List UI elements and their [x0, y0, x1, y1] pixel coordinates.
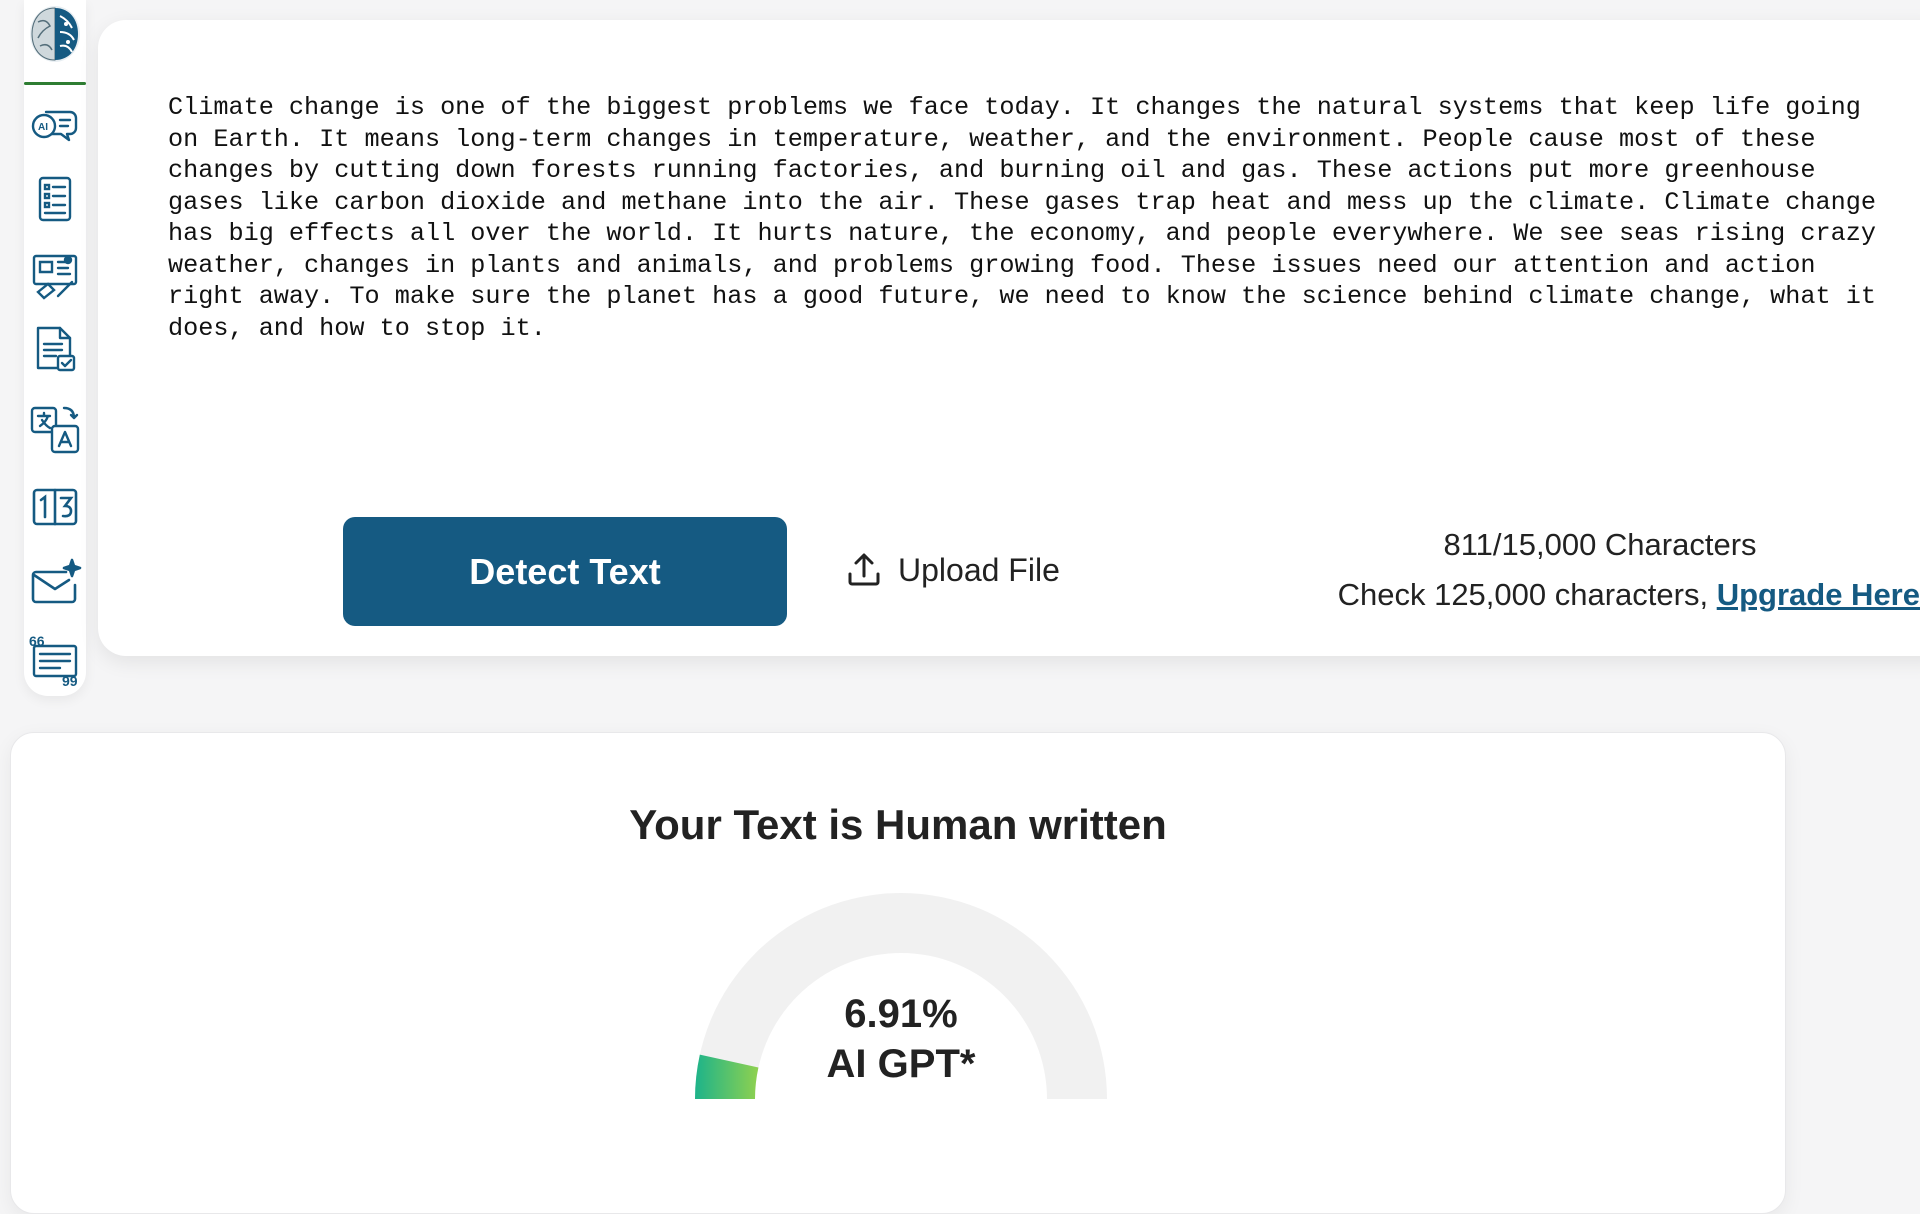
check-limit-text: Check 125,000 characters, [1337, 577, 1717, 612]
ai-percentage: 6.91% [844, 992, 958, 1036]
upgrade-line: Check 125,000 characters, Upgrade Here [1160, 570, 1920, 620]
ai-gpt-label: AI GPT* [826, 1042, 976, 1086]
result-card: Your Text is Human written 6.91% AI GPT* [10, 732, 1786, 1214]
detect-text-button[interactable]: Detect Text [343, 517, 787, 626]
svg-text:AI: AI [38, 122, 48, 133]
ai-score-gauge: 6.91% AI GPT* [691, 887, 1111, 1099]
number-grid-icon[interactable] [26, 478, 84, 536]
quote-document-icon[interactable]: 66 99 [26, 630, 84, 688]
upload-file-button[interactable]: Upload File [844, 540, 1060, 600]
result-title: Your Text is Human written [629, 801, 1167, 848]
email-sparkle-icon[interactable] [26, 554, 84, 612]
brain-logo-icon[interactable] [28, 2, 82, 72]
tool-sidebar: AI 66 99 [24, 0, 86, 696]
document-check-icon[interactable] [26, 322, 84, 380]
ai-chat-icon[interactable]: AI [26, 94, 84, 152]
text-input-area[interactable]: Climate change is one of the biggest pro… [168, 92, 1888, 392]
document-list-icon[interactable] [26, 170, 84, 228]
input-card: Climate change is one of the biggest pro… [98, 20, 1920, 656]
blueprint-tools-icon[interactable] [26, 246, 84, 304]
active-indicator [24, 82, 86, 85]
svg-text:99: 99 [62, 673, 78, 686]
gauge-readout: 6.91% AI GPT* [691, 989, 1111, 1089]
upgrade-here-link[interactable]: Upgrade Here [1717, 577, 1920, 612]
translate-icon[interactable] [26, 400, 84, 458]
character-info: 811/15,000 Characters Check 125,000 char… [1160, 520, 1920, 620]
upload-icon [848, 553, 880, 586]
character-count: 811/15,000 Characters [1443, 527, 1757, 562]
upload-file-label: Upload File [898, 551, 1060, 588]
